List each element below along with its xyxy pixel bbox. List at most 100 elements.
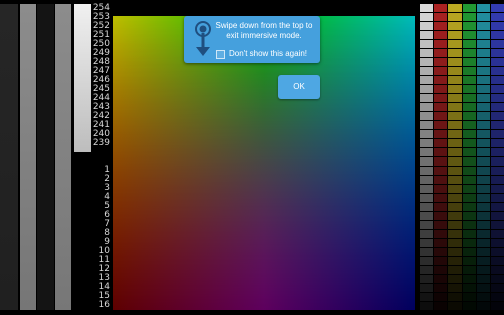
color-swatch — [434, 112, 448, 121]
color-swatch — [462, 94, 476, 103]
color-swatch — [448, 238, 462, 247]
color-swatch — [490, 85, 504, 94]
color-swatch — [434, 274, 448, 283]
color-swatch — [420, 247, 434, 256]
color-swatch — [434, 292, 448, 301]
color-swatch — [448, 67, 462, 76]
color-swatch — [448, 49, 462, 58]
color-swatch — [476, 220, 490, 229]
color-swatch — [490, 220, 504, 229]
color-swatch — [420, 130, 434, 139]
color-swatch — [434, 130, 448, 139]
color-swatch — [462, 139, 476, 148]
color-swatch — [420, 274, 434, 283]
color-swatch — [448, 283, 462, 292]
color-swatch — [476, 301, 490, 310]
color-swatch — [434, 139, 448, 148]
color-swatch — [462, 166, 476, 175]
color-swatch — [434, 283, 448, 292]
color-swatch — [476, 121, 490, 130]
dont-show-again-option[interactable]: Don't show this again! — [216, 49, 307, 59]
color-swatch — [462, 13, 476, 22]
color-swatch — [420, 301, 434, 310]
color-swatch — [434, 220, 448, 229]
color-swatch — [434, 256, 448, 265]
color-swatch — [434, 40, 448, 49]
color-swatch — [462, 67, 476, 76]
color-swatch — [462, 148, 476, 157]
color-swatch — [434, 238, 448, 247]
color-swatch — [476, 193, 490, 202]
color-swatch — [490, 229, 504, 238]
color-swatch — [490, 58, 504, 67]
color-swatch — [462, 103, 476, 112]
color-swatch — [476, 76, 490, 85]
color-swatch — [448, 202, 462, 211]
color-swatch — [448, 247, 462, 256]
color-swatch — [462, 265, 476, 274]
dont-show-again-label[interactable]: Don't show this again! — [229, 49, 307, 59]
color-swatch — [448, 130, 462, 139]
color-swatch — [434, 103, 448, 112]
color-swatch — [490, 112, 504, 121]
color-swatch — [448, 40, 462, 49]
color-swatch — [448, 166, 462, 175]
color-swatch — [448, 76, 462, 85]
color-swatch — [434, 148, 448, 157]
color-swatch — [434, 76, 448, 85]
color-swatch — [476, 157, 490, 166]
color-swatch — [462, 76, 476, 85]
color-swatch — [476, 148, 490, 157]
color-swatch — [476, 292, 490, 301]
color-swatch — [490, 13, 504, 22]
color-swatch — [490, 175, 504, 184]
ramp-label-bottom-16: 16 — [98, 300, 110, 310]
color-swatch — [476, 238, 490, 247]
color-swatch — [490, 184, 504, 193]
checkbox-icon[interactable] — [216, 49, 225, 59]
color-swatch — [448, 94, 462, 103]
color-swatch — [434, 58, 448, 67]
immersive-mode-message: Swipe down from the top to exit immersiv… — [215, 21, 313, 40]
color-swatch — [490, 40, 504, 49]
color-swatch — [462, 184, 476, 193]
ok-button[interactable]: OK — [278, 75, 320, 99]
color-swatch — [462, 22, 476, 31]
color-swatch — [434, 157, 448, 166]
color-swatch — [476, 265, 490, 274]
color-swatch — [490, 211, 504, 220]
color-swatch — [476, 130, 490, 139]
color-swatch — [490, 130, 504, 139]
color-swatch — [490, 292, 504, 301]
color-swatch — [490, 49, 504, 58]
color-swatch — [434, 265, 448, 274]
color-swatch — [448, 112, 462, 121]
color-swatch — [462, 220, 476, 229]
color-swatch — [434, 4, 448, 13]
color-swatch — [476, 256, 490, 265]
color-swatch — [490, 76, 504, 85]
color-swatch — [490, 256, 504, 265]
color-swatch — [434, 85, 448, 94]
color-swatch — [420, 265, 434, 274]
color-swatch — [490, 265, 504, 274]
color-swatch — [462, 157, 476, 166]
color-swatch — [462, 292, 476, 301]
dark-gap-bar — [37, 4, 54, 310]
color-swatch — [448, 274, 462, 283]
color-swatch — [462, 238, 476, 247]
color-swatch — [476, 211, 490, 220]
color-swatch — [434, 94, 448, 103]
color-swatch — [448, 22, 462, 31]
color-swatch — [490, 4, 504, 13]
color-swatch — [462, 130, 476, 139]
color-swatch — [448, 175, 462, 184]
color-swatch — [420, 202, 434, 211]
color-swatch — [420, 67, 434, 76]
color-swatch — [462, 301, 476, 310]
color-swatch — [420, 40, 434, 49]
color-swatch — [490, 274, 504, 283]
color-swatch — [420, 103, 434, 112]
color-swatch — [434, 202, 448, 211]
color-swatch — [476, 202, 490, 211]
